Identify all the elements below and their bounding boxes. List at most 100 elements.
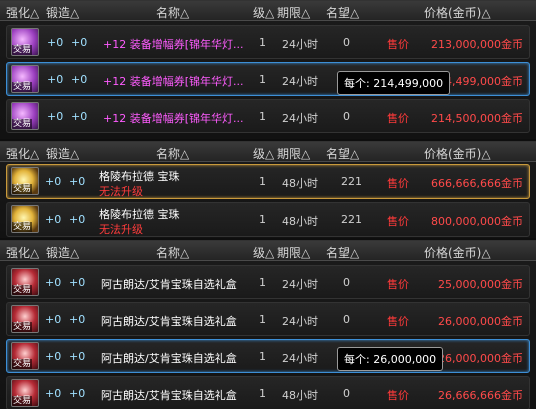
col-price[interactable]: 价格(金币)△ xyxy=(424,145,491,162)
column-header: 强化△ 锻造△ 名称△ 级△ 期限△ 名望△ 价格(金币)△ xyxy=(0,241,536,261)
col-enhance[interactable]: 强化△ xyxy=(6,4,39,21)
forge-value: +0 xyxy=(71,110,88,123)
enhance-value: +0 xyxy=(45,213,62,226)
price-label: 售价 xyxy=(387,389,409,402)
unit-price-tooltip: 每个: 214,499,000 xyxy=(337,71,451,95)
item-name: 阿古朗达/艾肯宝珠自选礼盒 xyxy=(101,278,237,291)
forge-value: +0 xyxy=(69,175,86,188)
level-value: 1 xyxy=(259,313,266,326)
price-label: 售价 xyxy=(387,177,409,190)
price-value: 800,000,000金币 xyxy=(431,215,523,228)
enhance-value: +0 xyxy=(45,175,62,188)
level-value: 1 xyxy=(259,276,266,289)
price-label: 售价 xyxy=(387,112,409,125)
forge-value: +0 xyxy=(69,387,86,400)
list-item[interactable]: 交易 +0 +0 阿古朗达/艾肯宝珠自选礼盒 1 24小时 0 售价 26,00… xyxy=(6,302,530,336)
orb-icon: 交易 xyxy=(11,205,39,233)
item-name: +12 装备增幅券[锦年华灯... xyxy=(103,75,244,88)
ticket-icon: 交易 xyxy=(11,65,39,93)
orb-icon: 交易 xyxy=(11,167,39,195)
item-name: +12 装备增幅券[锦年华灯... xyxy=(103,38,244,51)
fame-value: 0 xyxy=(343,276,350,289)
list-item[interactable]: 交易 +0 +0 阿古朗达/艾肯宝珠自选礼盒 1 48小时 0 售价 26,66… xyxy=(6,376,530,409)
level-value: 1 xyxy=(259,36,266,49)
price-label: 售价 xyxy=(387,278,409,291)
duration-value: 24小时 xyxy=(282,75,318,88)
forge-value: +0 xyxy=(69,313,86,326)
col-forge[interactable]: 锻造△ xyxy=(46,145,79,162)
enhance-value: +0 xyxy=(47,73,64,86)
duration-value: 48小时 xyxy=(282,389,318,402)
price-value: 26,000,000金币 xyxy=(438,315,523,328)
list-item[interactable]: 交易 +0 +0 阿古朗达/艾肯宝珠自选礼盒 1 24小时 0 售价 25,00… xyxy=(6,265,530,299)
col-fame[interactable]: 名望△ xyxy=(326,145,359,162)
column-header: 强化△ 锻造△ 名称△ 级△ 期限△ 名望△ 价格(金币)△ xyxy=(0,1,536,21)
list-item-highlighted[interactable]: 交易 +0 +0 格陵布拉德 宝珠 无法升级 1 48小时 221 售价 666… xyxy=(6,164,530,199)
gift-box-icon: 交易 xyxy=(11,268,39,296)
upgrade-status: 无法升级 xyxy=(99,185,143,198)
col-forge[interactable]: 锻造△ xyxy=(46,244,79,261)
col-price[interactable]: 价格(金币)△ xyxy=(424,4,491,21)
duration-value: 24小时 xyxy=(282,278,318,291)
forge-value: +0 xyxy=(71,36,88,49)
col-enhance[interactable]: 强化△ xyxy=(6,145,39,162)
duration-value: 48小时 xyxy=(282,177,318,190)
duration-value: 24小时 xyxy=(282,352,318,365)
forge-value: +0 xyxy=(69,276,86,289)
price-label: 售价 xyxy=(387,315,409,328)
col-price[interactable]: 价格(金币)△ xyxy=(424,244,491,261)
column-header: 强化△ 锻造△ 名称△ 级△ 期限△ 名望△ 价格(金币)△ xyxy=(0,142,536,162)
col-duration[interactable]: 期限△ xyxy=(277,244,310,261)
auction-panel-1: 强化△ 锻造△ 名称△ 级△ 期限△ 名望△ 价格(金币)△ 交易 +0 +0 … xyxy=(0,0,536,139)
list-item-selected[interactable]: 交易 +0 +0 阿古朗达/艾肯宝珠自选礼盒 1 24小时 售价 26,000,… xyxy=(6,339,530,373)
enhance-value: +0 xyxy=(45,387,62,400)
col-fame[interactable]: 名望△ xyxy=(326,244,359,261)
level-value: 1 xyxy=(259,387,266,400)
col-name[interactable]: 名称△ xyxy=(156,4,189,21)
level-value: 1 xyxy=(259,110,266,123)
list-item[interactable]: 交易 +0 +0 +12 装备增幅券[锦年华灯... 1 24小时 0 售价 2… xyxy=(6,25,530,59)
price-value: 666,666,666金币 xyxy=(431,177,523,190)
item-name: 阿古朗达/艾肯宝珠自选礼盒 xyxy=(101,352,237,365)
duration-value: 48小时 xyxy=(282,215,318,228)
enhance-value: +0 xyxy=(45,350,62,363)
col-name[interactable]: 名称△ xyxy=(156,244,189,261)
duration-value: 24小时 xyxy=(282,112,318,125)
col-duration[interactable]: 期限△ xyxy=(277,145,310,162)
fame-value: 221 xyxy=(341,175,362,188)
price-value: 4,499,000金币 xyxy=(445,75,523,88)
item-name: 阿古朗达/艾肯宝珠自选礼盒 xyxy=(101,389,237,402)
fame-value: 0 xyxy=(343,36,350,49)
col-level[interactable]: 级△ xyxy=(253,4,274,21)
enhance-value: +0 xyxy=(45,313,62,326)
duration-value: 24小时 xyxy=(282,315,318,328)
ticket-icon: 交易 xyxy=(11,28,39,56)
auction-panel-2: 强化△ 锻造△ 名称△ 级△ 期限△ 名望△ 价格(金币)△ 交易 +0 +0 … xyxy=(0,141,536,238)
auction-panel-3: 强化△ 锻造△ 名称△ 级△ 期限△ 名望△ 价格(金币)△ 交易 +0 +0 … xyxy=(0,240,536,409)
item-name: 阿古朗达/艾肯宝珠自选礼盒 xyxy=(101,315,237,328)
fame-value: 0 xyxy=(343,387,350,400)
level-value: 1 xyxy=(259,350,266,363)
col-forge[interactable]: 锻造△ xyxy=(46,4,79,21)
enhance-value: +0 xyxy=(45,276,62,289)
gift-box-icon: 交易 xyxy=(11,342,39,370)
level-value: 1 xyxy=(259,213,266,226)
list-item[interactable]: 交易 +0 +0 格陵布拉德 宝珠 无法升级 1 48小时 221 售价 800… xyxy=(6,202,530,237)
unit-price-tooltip: 每个: 26,000,000 xyxy=(337,347,444,371)
list-item-selected[interactable]: 交易 +0 +0 +12 装备增幅券[锦年华灯... 1 24小时 售价 4,4… xyxy=(6,62,530,96)
col-level[interactable]: 级△ xyxy=(253,244,274,261)
ticket-icon: 交易 xyxy=(11,102,39,130)
upgrade-status: 无法升级 xyxy=(99,223,143,236)
col-fame[interactable]: 名望△ xyxy=(326,4,359,21)
price-label: 售价 xyxy=(387,38,409,51)
price-value: 26,666,666金币 xyxy=(438,389,523,402)
col-enhance[interactable]: 强化△ xyxy=(6,244,39,261)
col-level[interactable]: 级△ xyxy=(253,145,274,162)
forge-value: +0 xyxy=(71,73,88,86)
fame-value: 0 xyxy=(343,313,350,326)
col-name[interactable]: 名称△ xyxy=(156,145,189,162)
gift-box-icon: 交易 xyxy=(11,379,39,407)
enhance-value: +0 xyxy=(47,36,64,49)
col-duration[interactable]: 期限△ xyxy=(277,4,310,21)
list-item[interactable]: 交易 +0 +0 +12 装备增幅券[锦年华灯... 1 24小时 0 售价 2… xyxy=(6,99,530,133)
